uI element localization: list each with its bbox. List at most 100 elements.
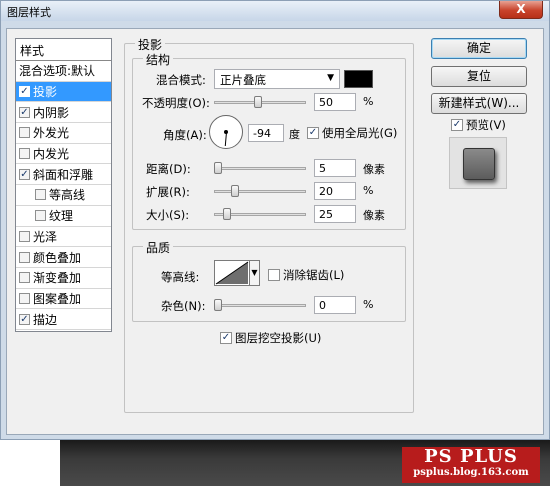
knockout-check[interactable]: ✓ — [220, 332, 232, 344]
style-checkbox[interactable] — [35, 210, 46, 222]
style-checkbox[interactable]: ✓ — [19, 106, 30, 118]
styles-list-items: 混合选项:默认 ✓ 投影 ✓ 内阴影 外发光 内发光 ✓ 斜面和浮雕 等高线 纹理 光泽 颜色叠加 渐变叠… — [16, 61, 111, 330]
new-style-button[interactable]: 新建样式(W)... — [431, 93, 527, 114]
quality-title: 品质 — [143, 239, 174, 256]
style-list-item[interactable]: ✓ 描边 — [16, 309, 111, 330]
noise-slider[interactable] — [214, 304, 306, 307]
spread-input[interactable]: 20 — [314, 182, 356, 200]
title-bar: 图层样式 X — [1, 1, 549, 21]
anti-alias-checkbox[interactable]: 消除锯齿(L) — [268, 267, 344, 283]
knockout-checkbox[interactable]: ✓ 图层挖空投影(U) — [220, 330, 321, 346]
style-preview — [449, 137, 507, 189]
style-checkbox[interactable] — [19, 127, 30, 139]
style-list-item-label: 描边 — [33, 312, 58, 327]
global-light-check[interactable]: ✓ — [307, 127, 319, 139]
style-list-item-label: 等高线 — [49, 188, 86, 203]
contour-dropdown[interactable]: ▼ — [250, 260, 260, 286]
angle-label: 角度(A): — [163, 128, 207, 142]
style-list-item-label: 渐变叠加 — [33, 271, 82, 286]
noise-input[interactable]: 0 — [314, 296, 356, 314]
style-list-item[interactable]: ✓ 内阴影 — [16, 102, 111, 124]
style-checkbox[interactable] — [19, 272, 30, 284]
size-input[interactable]: 25 — [314, 205, 356, 223]
window-title: 图层样式 — [7, 6, 51, 19]
style-list-item[interactable]: ✓ 投影 — [16, 81, 111, 103]
shadow-color-swatch[interactable] — [344, 70, 373, 88]
preview-label: 预览(V) — [466, 118, 506, 132]
chevron-down-icon: ▼ — [327, 73, 334, 83]
anti-alias-check[interactable] — [268, 269, 280, 281]
distance-slider[interactable] — [214, 167, 306, 170]
watermark-url: psplus.blog.163.com — [413, 467, 529, 478]
angle-dial[interactable] — [209, 115, 243, 149]
angle-needle — [224, 132, 227, 147]
global-light-label: 使用全局光(G) — [322, 126, 398, 140]
watermark-title: PS PLUS — [424, 446, 518, 467]
angle-input[interactable]: -94 — [248, 124, 284, 142]
styles-list: 样式 混合选项:默认 ✓ 投影 ✓ 内阴影 外发光 内发光 ✓ 斜面和浮雕 等高线 纹理 光泽 颜色叠加… — [15, 38, 112, 332]
style-list-item[interactable]: 等高线 — [16, 185, 111, 206]
noise-unit: % — [363, 298, 374, 311]
style-list-item-label: 混合选项:默认 — [19, 64, 96, 79]
preview-check[interactable]: ✓ — [451, 119, 463, 131]
style-checkbox[interactable]: ✓ — [19, 86, 30, 98]
styles-list-header: 样式 — [16, 39, 111, 61]
style-list-item-label: 投影 — [33, 85, 58, 100]
style-list-item-label: 内发光 — [33, 147, 70, 162]
style-list-item[interactable]: 图案叠加 — [16, 289, 111, 310]
style-checkbox[interactable]: ✓ — [19, 168, 30, 180]
style-list-item[interactable]: 颜色叠加 — [16, 247, 111, 268]
layer-style-dialog: 图层样式 X 样式 混合选项:默认 ✓ 投影 ✓ 内阴影 外发光 内发光 ✓ 斜面和浮雕 等高线纹… — [0, 0, 550, 440]
style-list-item[interactable]: 纹理 — [16, 206, 111, 227]
chevron-down-icon: ▼ — [251, 268, 258, 277]
size-label: 大小(S): — [146, 208, 190, 222]
spread-label: 扩展(R): — [146, 185, 190, 199]
ok-button[interactable]: 确定 — [431, 38, 527, 59]
preview-checkbox[interactable]: ✓ 预览(V) — [451, 117, 506, 133]
spread-slider-thumb[interactable] — [231, 185, 239, 197]
style-list-item[interactable]: 渐变叠加 — [16, 268, 111, 289]
opacity-unit: % — [363, 95, 374, 108]
opacity-slider-thumb[interactable] — [254, 96, 262, 108]
distance-slider-thumb[interactable] — [214, 162, 222, 174]
style-checkbox[interactable] — [35, 189, 46, 201]
preview-swatch — [463, 148, 495, 180]
style-checkbox[interactable] — [19, 230, 30, 242]
style-list-item[interactable]: 内发光 — [16, 144, 111, 165]
structure-title: 结构 — [143, 51, 174, 68]
opacity-input[interactable]: 50 — [314, 93, 356, 111]
noise-slider-thumb[interactable] — [214, 299, 222, 311]
style-list-item-label: 斜面和浮雕 — [33, 167, 94, 182]
close-button[interactable]: X — [499, 1, 543, 19]
style-list-item-label: 颜色叠加 — [33, 250, 82, 265]
style-checkbox[interactable] — [19, 251, 30, 263]
structure-group: 结构 混合模式: 正片叠底 ▼ 不透明度(O): 50 % 角度(A): -94 — [132, 51, 406, 230]
style-checkbox[interactable] — [19, 148, 30, 160]
style-checkbox[interactable]: ✓ — [19, 313, 30, 325]
blend-mode-select[interactable]: 正片叠底 ▼ — [214, 69, 340, 89]
contour-label: 等高线: — [161, 270, 200, 284]
reset-button[interactable]: 复位 — [431, 66, 527, 87]
distance-input[interactable]: 5 — [314, 159, 356, 177]
style-list-item-label: 图案叠加 — [33, 291, 82, 306]
style-list-item-label: 外发光 — [33, 126, 70, 141]
angle-center — [224, 130, 228, 134]
spread-slider[interactable] — [214, 190, 306, 193]
drop-shadow-group: 投影 结构 混合模式: 正片叠底 ▼ 不透明度(O): 50 % 角度(A): — [124, 36, 414, 413]
opacity-label: 不透明度(O): — [142, 96, 210, 110]
style-list-item[interactable]: 光泽 — [16, 227, 111, 248]
size-slider-thumb[interactable] — [223, 208, 231, 220]
style-checkbox[interactable] — [19, 292, 30, 304]
global-light-checkbox[interactable]: ✓ 使用全局光(G) — [307, 125, 397, 141]
contour-picker[interactable] — [214, 260, 250, 286]
contour-curve-icon — [215, 261, 249, 285]
style-list-item[interactable]: ✓ 斜面和浮雕 — [16, 164, 111, 186]
style-list-item[interactable]: 外发光 — [16, 123, 111, 144]
spread-unit: % — [363, 184, 374, 197]
distance-unit: 像素 — [363, 163, 385, 176]
style-list-item-label: 内阴影 — [33, 105, 70, 120]
quality-group: 品质 等高线: ▼ 消除锯齿(L) 杂色(N): 0 % — [132, 239, 406, 322]
style-list-item-label: 光泽 — [33, 229, 58, 244]
style-list-item[interactable]: 混合选项:默认 — [16, 61, 111, 82]
angle-unit: 度 — [289, 128, 300, 141]
